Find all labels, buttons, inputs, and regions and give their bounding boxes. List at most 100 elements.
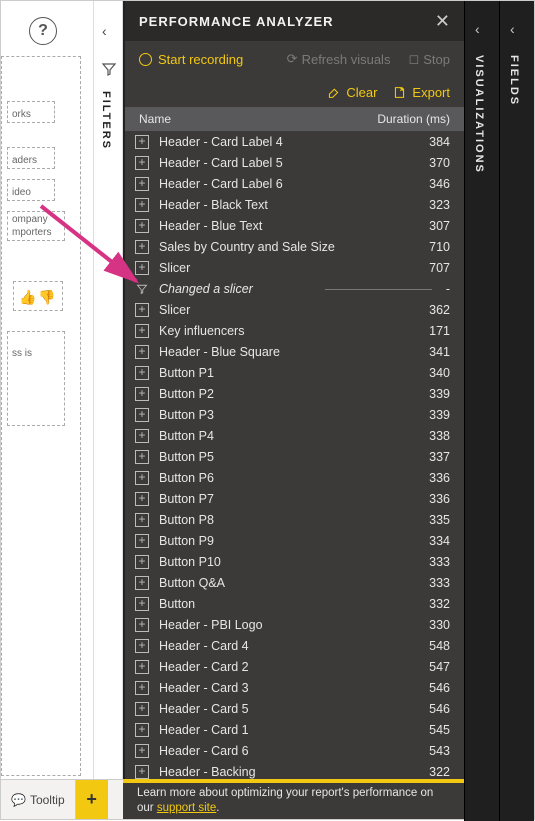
expand-icon[interactable]: +	[135, 387, 149, 401]
row-name: Key influencers	[159, 324, 390, 338]
clear-button[interactable]: Clear	[327, 85, 377, 100]
panel-actions: Clear Export	[125, 77, 464, 107]
close-icon[interactable]: ✕	[435, 11, 450, 32]
table-row[interactable]: +Header - Card Label 4384	[125, 131, 464, 152]
visualizations-pane-collapsed[interactable]: ‹ VISUALIZATIONS	[464, 1, 499, 821]
table-row[interactable]: +Slicer707	[125, 257, 464, 278]
add-page-button[interactable]: +	[76, 780, 108, 819]
table-row[interactable]: +Button P7336	[125, 488, 464, 509]
table-row[interactable]: +Header - Card Label 6346	[125, 173, 464, 194]
expand-icon[interactable]: +	[135, 324, 149, 338]
expand-icon[interactable]: +	[135, 597, 149, 611]
expand-icon[interactable]: +	[135, 198, 149, 212]
table-row[interactable]: +Header - Card 4548	[125, 635, 464, 656]
table-row[interactable]: +Key influencers171	[125, 320, 464, 341]
chevron-left-icon[interactable]: ‹	[475, 21, 480, 37]
event-name: Changed a slicer	[159, 282, 390, 296]
chevron-left-icon[interactable]: ‹	[510, 21, 515, 37]
expand-icon[interactable]: +	[135, 450, 149, 464]
table-row[interactable]: +Slicer362	[125, 299, 464, 320]
table-row[interactable]: +Button332	[125, 593, 464, 614]
table-row[interactable]: +Header - Card 6543	[125, 740, 464, 761]
table-row[interactable]: +Button P3339	[125, 404, 464, 425]
chevron-left-icon[interactable]: ‹	[102, 23, 107, 39]
row-duration: 339	[390, 387, 450, 401]
row-duration: 307	[390, 219, 450, 233]
table-row[interactable]: +Button P9334	[125, 530, 464, 551]
expand-icon[interactable]: +	[135, 513, 149, 527]
page-tab-tooltip[interactable]: 💬 Tooltip	[1, 780, 76, 819]
table-row[interactable]: +Button P10333	[125, 551, 464, 572]
expand-icon[interactable]: +	[135, 261, 149, 275]
expand-icon[interactable]: +	[135, 492, 149, 506]
table-row[interactable]: +Button P5337	[125, 446, 464, 467]
row-duration: 322	[390, 765, 450, 779]
expand-icon[interactable]: +	[135, 135, 149, 149]
expand-icon[interactable]: +	[135, 429, 149, 443]
right-rails: ‹ VISUALIZATIONS ‹ FIELDS	[464, 1, 534, 821]
row-duration: 546	[390, 702, 450, 716]
table-row[interactable]: +Header - Blue Square341	[125, 341, 464, 362]
table-row[interactable]: +Button P2339	[125, 383, 464, 404]
table-row[interactable]: +Header - Card 1545	[125, 719, 464, 740]
table-row[interactable]: +Button P1340	[125, 362, 464, 383]
row-duration: 707	[390, 261, 450, 275]
expand-icon[interactable]: +	[135, 303, 149, 317]
row-duration: 334	[390, 534, 450, 548]
column-duration[interactable]: Duration (ms)	[360, 112, 450, 126]
table-row[interactable]: +Button Q&A333	[125, 572, 464, 593]
table-row[interactable]: +Button P6336	[125, 467, 464, 488]
fields-pane-collapsed[interactable]: ‹ FIELDS	[499, 1, 534, 821]
table-row[interactable]: +Header - Card Label 5370	[125, 152, 464, 173]
expand-icon[interactable]: +	[135, 366, 149, 380]
expand-icon[interactable]: +	[135, 765, 149, 779]
expand-icon[interactable]: +	[135, 240, 149, 254]
row-name: Header - Card 3	[159, 681, 390, 695]
expand-icon[interactable]: +	[135, 639, 149, 653]
table-row[interactable]: +Button P8335	[125, 509, 464, 530]
table-row[interactable]: + Sales by Country and Sale Size710	[125, 236, 464, 257]
table-row[interactable]: +Button P4338	[125, 425, 464, 446]
filters-pane-collapsed[interactable]: ‹ FILTERS	[93, 1, 123, 781]
refresh-icon: ⟳	[287, 51, 298, 67]
expand-icon[interactable]: +	[135, 177, 149, 191]
export-button[interactable]: Export	[393, 85, 450, 100]
table-row[interactable]: +Header - Black Text323	[125, 194, 464, 215]
help-icon[interactable]: ?	[29, 17, 57, 45]
table-row[interactable]: +Header - Blue Text307	[125, 215, 464, 236]
row-name: Button P5	[159, 450, 390, 464]
table-row[interactable]: +Header - Card 5546	[125, 698, 464, 719]
table-row[interactable]: +Header - Backing322	[125, 761, 464, 781]
expand-icon[interactable]: +	[135, 744, 149, 758]
expand-icon[interactable]: +	[135, 156, 149, 170]
row-name: Button P8	[159, 513, 390, 527]
expand-icon[interactable]: +	[135, 681, 149, 695]
expand-icon[interactable]: +	[135, 219, 149, 233]
page-tab-bar: 💬 Tooltip +	[1, 779, 123, 819]
table-row[interactable]: + Header - Card 3546	[125, 677, 464, 698]
expand-icon[interactable]: +	[135, 408, 149, 422]
row-duration: 546	[390, 681, 450, 695]
filters-label: FILTERS	[100, 91, 112, 150]
expand-icon[interactable]: +	[135, 702, 149, 716]
expand-icon[interactable]: +	[135, 534, 149, 548]
row-name: Sales by Country and Sale Size	[159, 240, 390, 254]
row-duration: -	[390, 282, 450, 296]
table-body[interactable]: +Header - Card Label 4384+Header - Card …	[125, 131, 464, 781]
feedback-icons[interactable]: 👍👎	[19, 289, 58, 306]
expand-icon[interactable]: +	[135, 471, 149, 485]
row-duration: 710	[390, 240, 450, 254]
expand-icon[interactable]: +	[135, 576, 149, 590]
expand-icon[interactable]: +	[135, 660, 149, 674]
expand-icon[interactable]: +	[135, 555, 149, 569]
table-row[interactable]: +Header - Card 2547	[125, 656, 464, 677]
support-site-link[interactable]: support site	[157, 802, 216, 814]
expand-icon[interactable]: +	[135, 723, 149, 737]
event-row[interactable]: Changed a slicer-	[125, 278, 464, 299]
start-recording-button[interactable]: Start recording	[139, 52, 243, 67]
expand-icon[interactable]: +	[135, 618, 149, 632]
column-name[interactable]: Name	[139, 112, 360, 126]
expand-icon[interactable]: +	[135, 345, 149, 359]
row-name: Header - Card Label 5	[159, 156, 390, 170]
table-row[interactable]: +Header - PBI Logo330	[125, 614, 464, 635]
